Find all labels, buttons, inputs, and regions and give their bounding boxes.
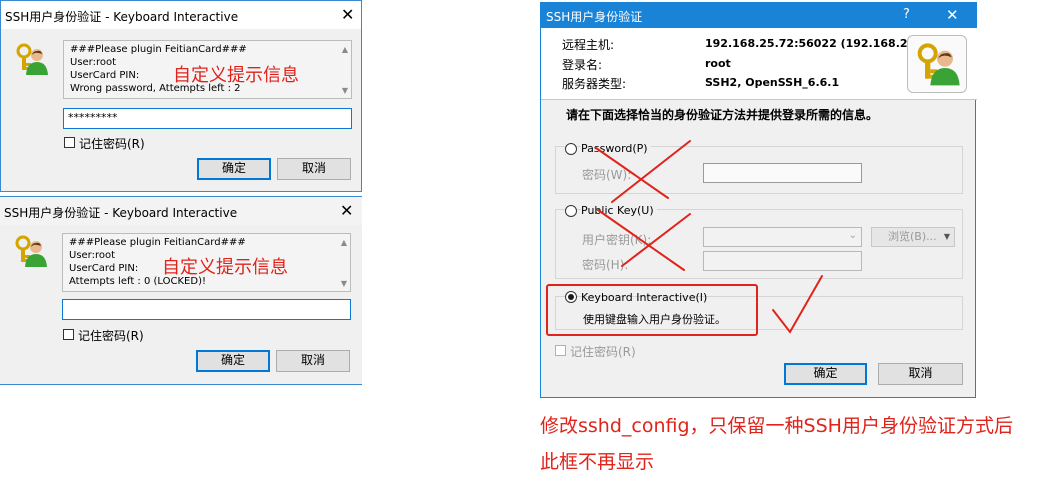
login-name-label: 登录名:	[562, 58, 603, 72]
dialog-title-bar[interactable]: SSH用户身份验证 - Keyboard Interactive ✕	[0, 197, 362, 225]
cancel-button[interactable]: 取消	[277, 158, 351, 180]
dialog-title: SSH用户身份验证	[546, 10, 643, 24]
user-key-label: 用户密钥(K):	[582, 233, 652, 247]
scroll-up-arrow-icon[interactable]: ▲	[342, 43, 348, 56]
password-radio[interactable]	[565, 143, 577, 155]
ok-button[interactable]: 确定	[196, 350, 270, 372]
connection-info-panel: 远程主机: 192.168.25.72:56022 (192.168.25.7 …	[541, 28, 977, 100]
dialog-title: SSH用户身份验证 - Keyboard Interactive	[5, 10, 239, 24]
login-name-value: root	[705, 57, 731, 70]
passphrase-input[interactable]	[703, 251, 862, 271]
cancel-button[interactable]: 取消	[276, 350, 350, 372]
browse-button[interactable]: 浏览(B)... ▼	[871, 227, 955, 247]
dialog-locked: SSH用户身份验证 - Keyboard Interactive ✕ ###Pl…	[0, 196, 362, 384]
password-input[interactable]	[703, 163, 862, 183]
ok-button[interactable]: 确定	[197, 158, 271, 180]
dialog-auth-method: SSH用户身份验证 ? ✕ 远程主机: 192.168.25.72:56022 …	[540, 2, 977, 398]
pin-input[interactable]: *********	[63, 108, 352, 129]
server-type-label: 服务器类型:	[562, 77, 627, 91]
annotation-text: 自定义提示信息	[162, 257, 288, 278]
pin-input[interactable]	[62, 299, 351, 320]
user-key-select[interactable]: ⌄	[703, 227, 862, 247]
server-type-value: SSH2, OpenSSH_6.6.1	[705, 76, 840, 89]
dropdown-arrow-icon: ▼	[943, 232, 950, 241]
remember-password-checkbox[interactable]	[63, 329, 74, 340]
avatar-frame	[907, 35, 967, 93]
user-key-avatar-icon	[16, 43, 48, 75]
close-icon[interactable]: ✕	[340, 203, 353, 219]
remote-host-value: 192.168.25.72:56022 (192.168.25.7	[705, 37, 928, 50]
keyboard-interactive-option-label: Keyboard Interactive(I)	[581, 291, 708, 304]
remember-password-label: 记住密码(R)	[570, 345, 636, 359]
ok-button[interactable]: 确定	[784, 363, 867, 385]
divider-line	[0, 384, 362, 385]
scroll-down-arrow-icon[interactable]: ▼	[342, 84, 348, 97]
message-line: ###Please plugin FeitianCard###	[70, 44, 247, 55]
passphrase-label: 密码(H):	[582, 258, 629, 272]
keyboard-interactive-description: 使用键盘输入用户身份验证。	[583, 313, 726, 326]
annotation-text: 自定义提示信息	[173, 65, 299, 86]
instruction-text: 请在下面选择恰当的身份验证方法并提供登录所需的信息。	[566, 108, 879, 122]
dialog-title-bar[interactable]: SSH用户身份验证 - Keyboard Interactive ✕	[1, 1, 361, 29]
remember-password-label: 记住密码(R)	[79, 137, 145, 151]
password-field-label: 密码(W):	[582, 168, 632, 182]
remember-password-label: 记住密码(R)	[78, 329, 144, 343]
keyboard-interactive-radio[interactable]	[565, 291, 577, 303]
cancel-button[interactable]: 取消	[878, 363, 963, 385]
help-icon[interactable]: ?	[903, 7, 910, 22]
scroll-up-arrow-icon[interactable]: ▲	[341, 236, 347, 249]
note-line-1: 修改sshd_config，只保留一种SSH用户身份验证方式后	[540, 415, 1013, 437]
message-line: ###Please plugin FeitianCard###	[69, 237, 246, 248]
browse-button-label: 浏览(B)...	[888, 230, 937, 243]
public-key-option-label: Public Key(U)	[581, 204, 657, 217]
password-option-label: Password(P)	[581, 142, 651, 155]
pin-input-value: *********	[68, 111, 118, 124]
dialog-title-bar[interactable]: SSH用户身份验证 ? ✕	[541, 2, 977, 28]
public-key-radio[interactable]	[565, 205, 577, 217]
chevron-down-icon: ⌄	[848, 230, 857, 241]
user-key-avatar-icon	[15, 235, 47, 267]
dialog-title: SSH用户身份验证 - Keyboard Interactive	[4, 206, 238, 220]
remember-password-checkbox[interactable]	[555, 345, 566, 356]
note-line-2: 此框不再显示	[540, 451, 655, 473]
remote-host-label: 远程主机:	[562, 38, 615, 52]
scroll-down-arrow-icon[interactable]: ▼	[341, 277, 347, 290]
dialog-wrong-password: SSH用户身份验证 - Keyboard Interactive ✕ ###Pl…	[0, 0, 362, 192]
close-icon[interactable]: ✕	[341, 7, 354, 23]
user-key-avatar-icon	[917, 43, 960, 86]
close-icon[interactable]: ✕	[946, 6, 959, 24]
remember-password-checkbox[interactable]	[64, 137, 75, 148]
